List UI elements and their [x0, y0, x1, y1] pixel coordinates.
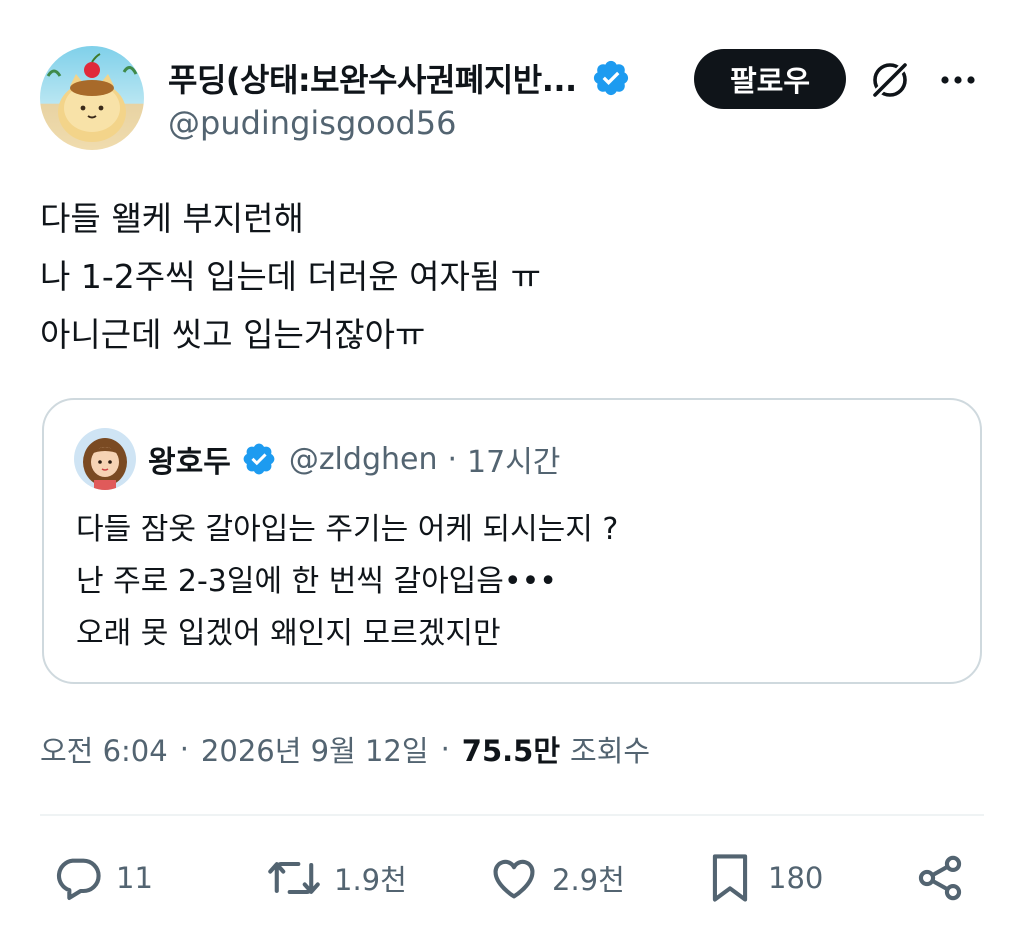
tweet-line: 다들 왤케 부지런해	[40, 199, 304, 238]
like-count: 2.9천	[552, 863, 625, 897]
share-icon	[918, 855, 962, 901]
verified-badge-icon[interactable]	[241, 441, 277, 477]
bookmark-button[interactable]: 180	[704, 846, 823, 910]
tweet-line: 아니근데 씻고 입는거잖아ㅠ	[40, 315, 426, 354]
post-date[interactable]: 2026년 9월 12일	[201, 728, 429, 770]
views-label: 조회수	[570, 734, 651, 768]
quoted-timestamp[interactable]: 17시간	[467, 437, 560, 481]
separator-dot: ·	[440, 732, 450, 766]
heart-icon	[493, 859, 535, 899]
grok-icon[interactable]	[864, 54, 916, 106]
reply-button[interactable]: 11	[52, 846, 153, 910]
quoted-handle[interactable]: @zldghen	[289, 442, 438, 477]
tweet-line: 나 1-2주씩 입는데 더러운 여자됨 ㅠ	[40, 257, 542, 296]
quoted-line: 다들 잠옷 갈아입는 주기는 어케 되시는지 ?	[76, 512, 619, 547]
retweet-button[interactable]: 1.9천	[266, 846, 407, 910]
author-display-name[interactable]: 푸딩(상태:보완수사권폐지반...	[168, 55, 577, 101]
separator-dot: ·	[179, 732, 189, 766]
author-avatar[interactable]	[40, 46, 144, 150]
post-time[interactable]: 오전 6:04	[40, 728, 168, 770]
retweet-icon	[268, 861, 320, 895]
quoted-tweet-card[interactable]: 왕호두 @zldghen · 17시간 다들 잠옷 갈아입는 주기는 어케 되시…	[42, 398, 982, 684]
quoted-display-name[interactable]: 왕호두	[148, 437, 231, 481]
views-count: 75.5만	[461, 734, 561, 768]
bookmark-count: 180	[768, 861, 824, 895]
quoted-line: 난 주로 2-3일에 한 번씩 갈아입음•••	[76, 564, 557, 599]
quoted-author-avatar[interactable]	[74, 428, 136, 490]
separator-dot: ·	[447, 441, 458, 477]
tweet-header: 푸딩(상태:보완수사권폐지반... @pudingisgood56 팔로우	[40, 46, 984, 150]
quoted-body: 다들 잠옷 갈아입는 주기는 어케 되시는지 ? 난 주로 2-3일에 한 번씩…	[76, 504, 618, 660]
action-bar: 11 1.9천 2.9천 180	[40, 846, 984, 910]
reply-icon	[56, 858, 101, 900]
bookmark-icon	[712, 854, 748, 902]
follow-button[interactable]: 팔로우	[694, 49, 846, 109]
girl-avatar-icon	[74, 428, 136, 490]
verified-badge-icon[interactable]	[591, 58, 631, 98]
quoted-header: 왕호두 @zldghen · 17시간	[148, 434, 560, 484]
pudding-cat-avatar-icon	[40, 46, 144, 150]
quoted-line: 오래 못 입겠어 왜인지 모르겠지만	[76, 616, 501, 651]
tweet-body: 다들 왤케 부지런해 나 1-2주씩 입는데 더러운 여자됨 ㅠ 아니근데 씻고…	[40, 190, 984, 364]
more-dots-icon[interactable]	[934, 54, 982, 106]
tweet-meta: 오전 6:04 · 2026년 9월 12일 · 75.5만 조회수	[40, 724, 650, 774]
divider	[40, 814, 984, 816]
share-button[interactable]	[914, 846, 966, 910]
author-handle[interactable]: @pudingisgood56	[168, 104, 456, 142]
author-name-row: 푸딩(상태:보완수사권폐지반...	[168, 54, 631, 102]
reply-count: 11	[116, 861, 153, 895]
like-button[interactable]: 2.9천	[488, 846, 625, 910]
retweet-count: 1.9천	[334, 863, 407, 897]
